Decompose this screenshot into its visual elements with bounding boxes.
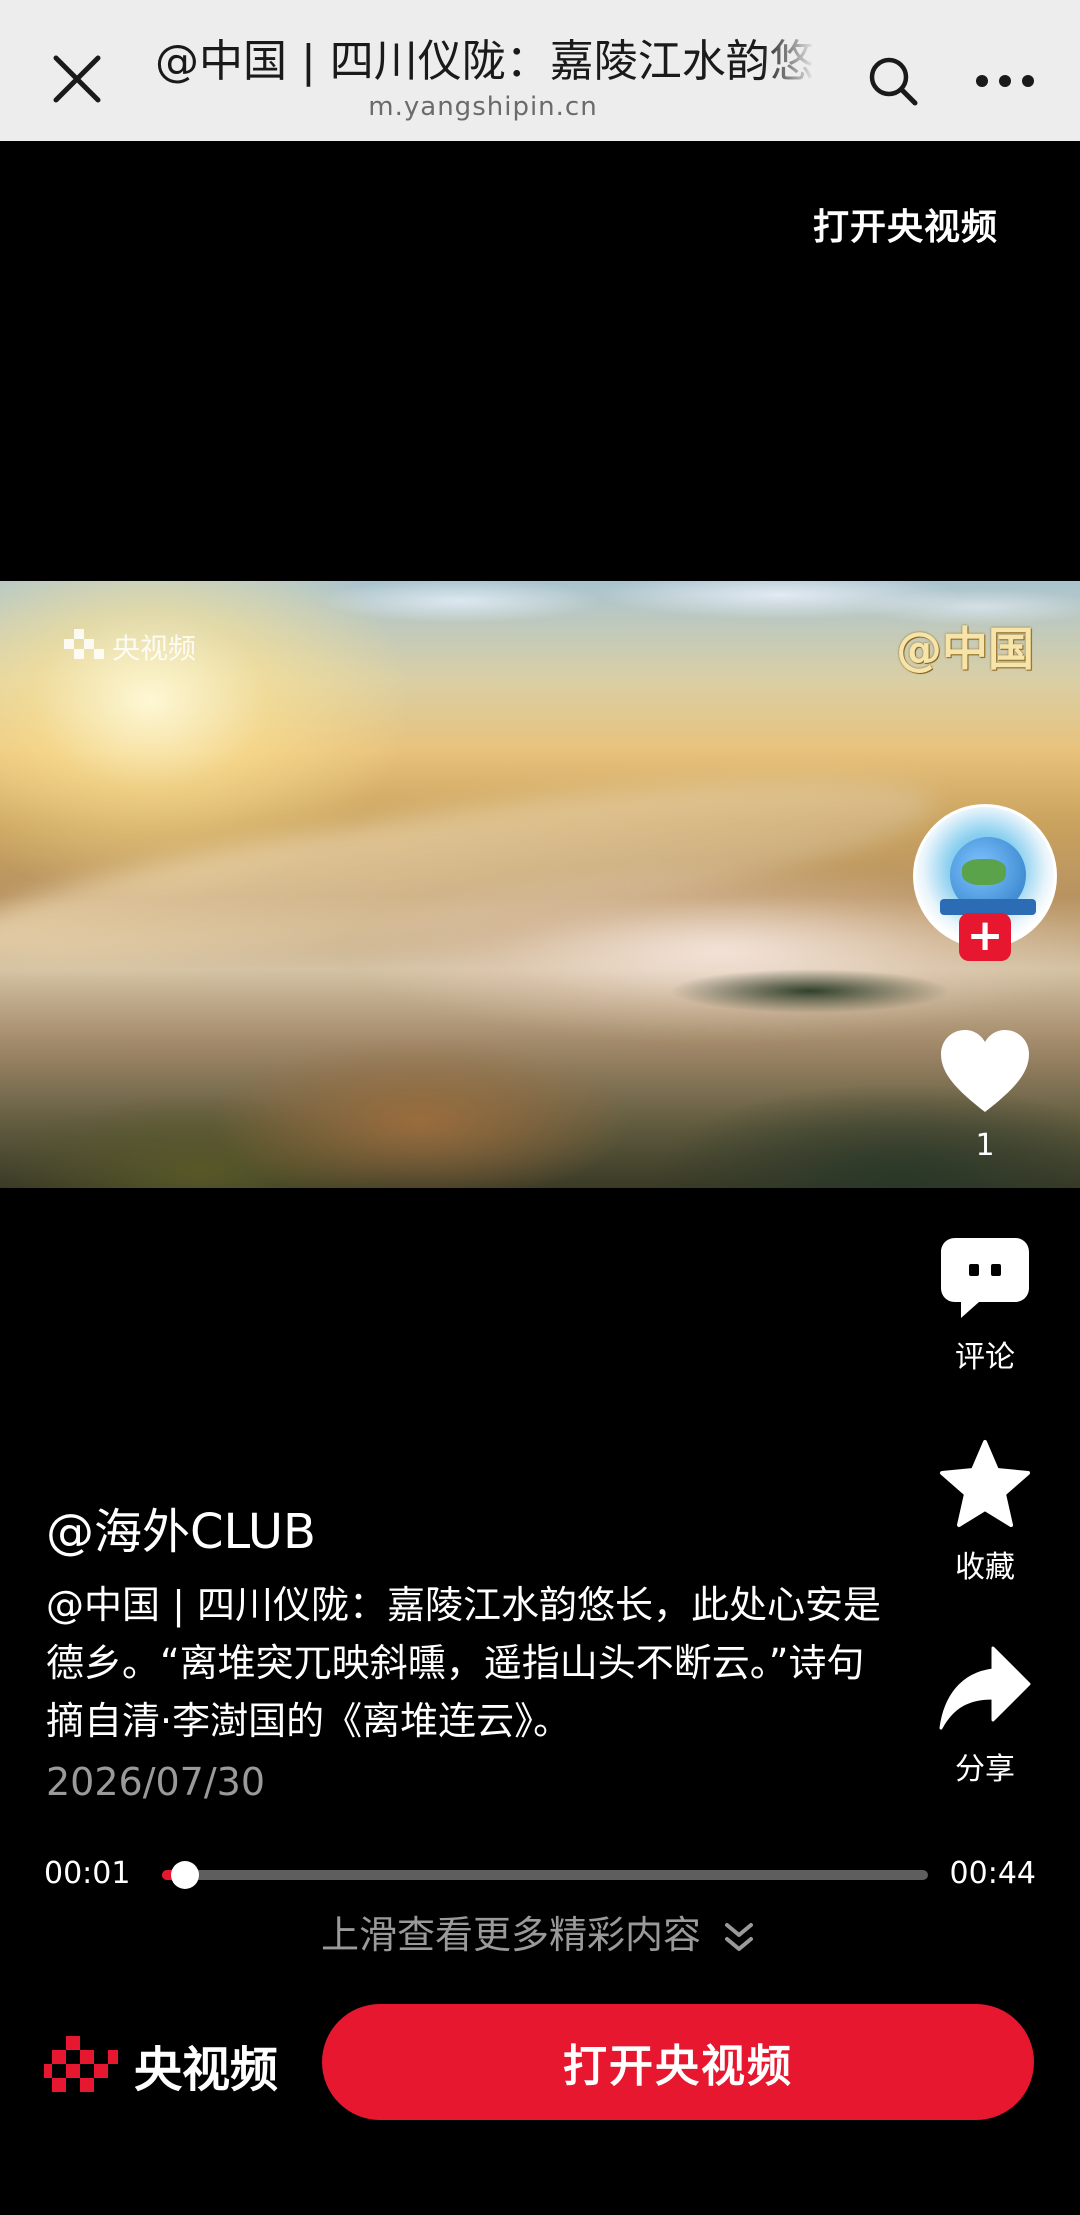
total-time: 00:44: [949, 1856, 1036, 1891]
favorite-label: 收藏: [955, 1550, 1015, 1585]
page-url: m.yangshipin.cn: [368, 92, 598, 122]
swipe-up-hint[interactable]: 上滑查看更多精彩内容: [0, 1904, 1080, 1959]
yangshipin-watermark-icon: [64, 629, 104, 659]
watermark-left-text: 央视频: [112, 632, 197, 665]
post-description: @中国 | 四川仪陇：嘉陵江水韵悠长，此处心安是德乡。“离堆突兀映斜曛，遥指山头…: [46, 1583, 881, 1743]
avatar-land: [962, 859, 1006, 885]
search-icon[interactable]: [866, 54, 920, 108]
comment-button[interactable]: 评论: [920, 1236, 1050, 1376]
video-watermark-right: @中国: [896, 622, 1034, 676]
author-name[interactable]: @海外CLUB: [46, 1492, 316, 1562]
like-button[interactable]: 1: [920, 1028, 1050, 1163]
favorite-button[interactable]: 收藏: [920, 1438, 1050, 1586]
share-arrow-icon: [939, 1646, 1031, 1730]
star-icon: [940, 1440, 1030, 1527]
progress-bar[interactable]: [162, 1861, 928, 1889]
more-options-icon[interactable]: [970, 54, 1040, 108]
swipe-up-label: 上滑查看更多精彩内容: [320, 1913, 701, 1957]
open-app-link[interactable]: 打开央视频: [813, 198, 998, 250]
like-count: 1: [975, 1128, 995, 1163]
open-app-button[interactable]: 打开央视频: [322, 2004, 1034, 2120]
share-label: 分享: [955, 1752, 1015, 1787]
progress-knob[interactable]: [170, 1861, 199, 1889]
heart-icon: [941, 1030, 1029, 1112]
video-hills: [0, 981, 1080, 1188]
share-button[interactable]: 分享: [920, 1644, 1050, 1788]
comment-label: 评论: [955, 1340, 1015, 1375]
follow-button[interactable]: +: [959, 913, 1011, 961]
yangshipin-logo-icon: [44, 2036, 118, 2092]
current-time: 00:01: [44, 1856, 131, 1891]
comment-icon: [941, 1238, 1029, 1318]
page-title: @中国 | 四川仪陇：嘉陵江水韵悠: [155, 36, 814, 87]
brand-logo[interactable]: 央视频: [44, 2030, 278, 2100]
post-date: 2026/07/30: [46, 1760, 266, 1804]
brand-name: 央视频: [134, 2042, 279, 2098]
double-chevron-down-icon: [725, 1922, 754, 1951]
video-watermark-left: 央视频: [60, 627, 196, 667]
browser-top-bar: @中国 | 四川仪陇：嘉陵江水韵悠 m.yangshipin.cn: [0, 0, 1080, 141]
